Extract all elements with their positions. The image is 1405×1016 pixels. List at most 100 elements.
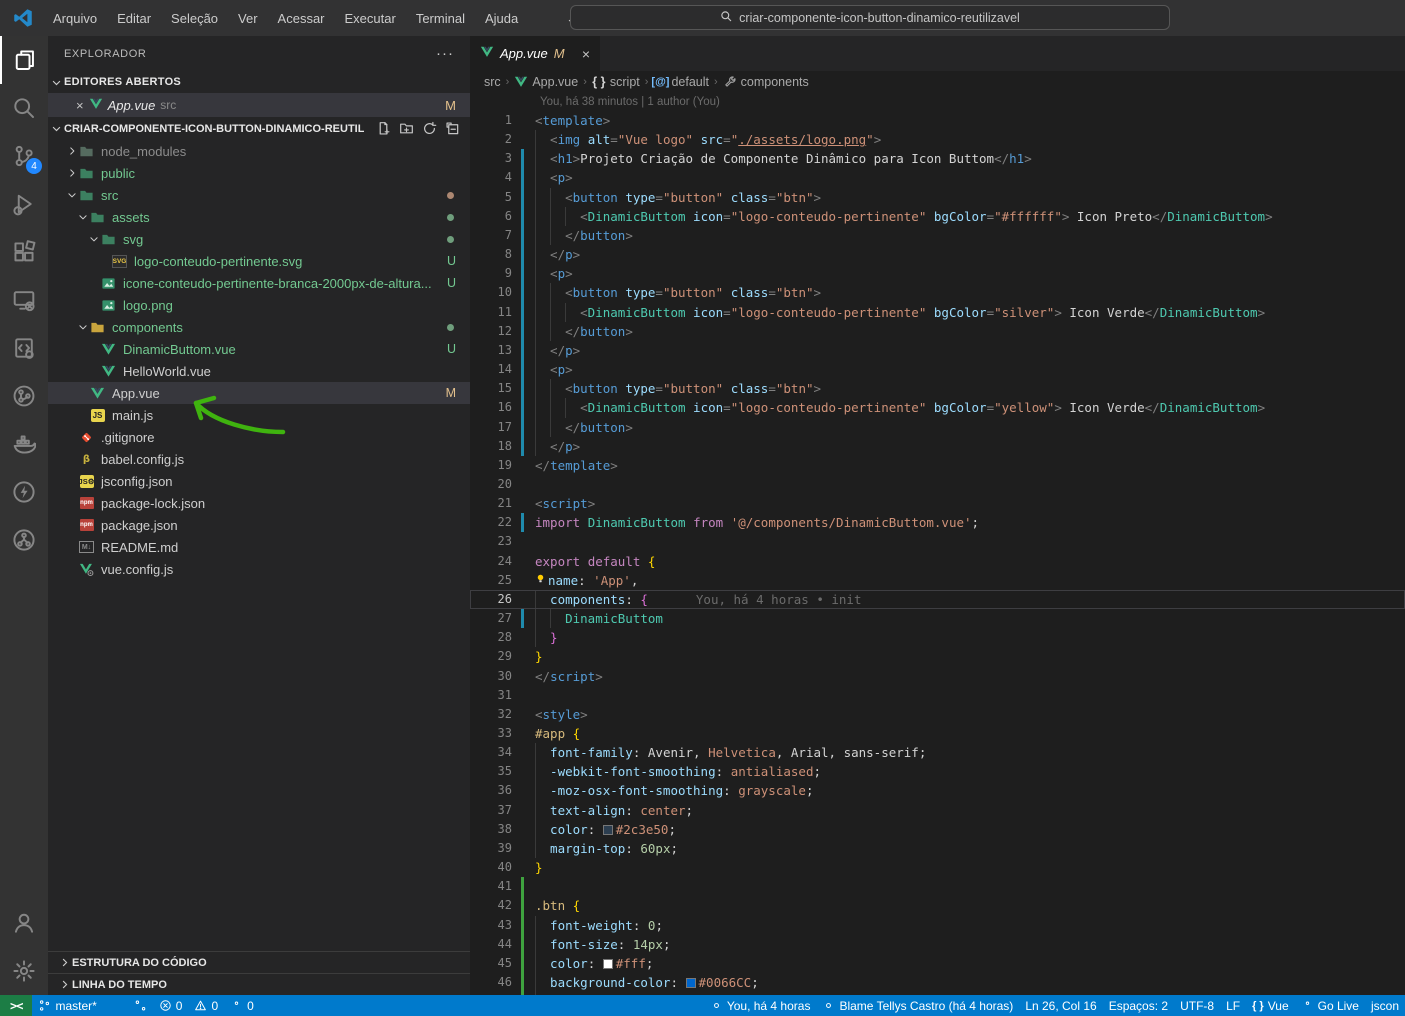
breadcrumb-app-vue[interactable]: App.vue <box>514 75 578 89</box>
code-line-14[interactable]: 14<p> <box>470 360 1405 379</box>
tree-item-package.json[interactable]: npmpackage.json <box>48 514 470 536</box>
tree-item-app.vue[interactable]: App.vueM <box>48 382 470 404</box>
refresh-icon[interactable] <box>422 121 437 136</box>
outline-section[interactable]: ESTRUTURA DO CÓDIGO <box>48 951 470 973</box>
tree-item-node-modules[interactable]: node_modules <box>48 140 470 162</box>
code-line-10[interactable]: 10<button type="button" class="btn"> <box>470 283 1405 302</box>
gitlens-codelens[interactable]: You, há 38 minutos | 1 author (You) <box>470 93 1405 111</box>
menu-arquivo[interactable]: Arquivo <box>44 7 106 30</box>
chevron-down-icon[interactable] <box>77 322 89 332</box>
code-line-39[interactable]: 39margin-top: 60px; <box>470 839 1405 858</box>
code-line-3[interactable]: 3<h1>Projeto Criação de Componente Dinâm… <box>470 149 1405 168</box>
statusbar-master[interactable]: master* <box>32 995 102 1016</box>
code-line-9[interactable]: 9<p> <box>470 264 1405 283</box>
code-line-24[interactable]: 24export default { <box>470 552 1405 571</box>
code-line-26[interactable]: 26components: {You, há 4 horas • init <box>470 590 1405 609</box>
code-line-37[interactable]: 37text-align: center; <box>470 801 1405 820</box>
activitybar-remote-explorer[interactable] <box>0 276 48 324</box>
tree-item-jsconfig.json[interactable]: JS⚙jsconfig.json <box>48 470 470 492</box>
tree-item-public[interactable]: public <box>48 162 470 184</box>
statusbar-you-h-4-horas[interactable]: You, há 4 horas <box>704 995 817 1016</box>
code-line-18[interactable]: 18</p> <box>470 437 1405 456</box>
breadcrumb-src[interactable]: src <box>484 75 501 89</box>
code-line-30[interactable]: 30</script> <box>470 667 1405 686</box>
close-icon[interactable]: × <box>76 98 84 113</box>
menu-executar[interactable]: Executar <box>336 7 405 30</box>
code-line-12[interactable]: 12</button> <box>470 322 1405 341</box>
code-line-28[interactable]: 28} <box>470 628 1405 647</box>
menu-ajuda[interactable]: Ajuda <box>476 7 527 30</box>
more-actions-icon[interactable]: ··· <box>436 45 454 62</box>
code-line-45[interactable]: 45color: #fff; <box>470 954 1405 973</box>
color-swatch[interactable] <box>686 978 696 988</box>
statusbar-vue[interactable]: { }Vue <box>1246 995 1295 1016</box>
statusbar-cloud[interactable] <box>103 995 128 1016</box>
code-line-33[interactable]: 33#app { <box>470 724 1405 743</box>
code-line-2[interactable]: 2<img alt="Vue logo" src="./assets/logo.… <box>470 130 1405 149</box>
statusbar-lf[interactable]: LF <box>1220 995 1246 1016</box>
tree-item-readme.md[interactable]: M↓README.md <box>48 536 470 558</box>
code-line-38[interactable]: 38color: #2c3e50; <box>470 820 1405 839</box>
code-line-42[interactable]: 42.btn { <box>470 896 1405 915</box>
code-line-25[interactable]: 25name: 'App', <box>470 571 1405 590</box>
tree-item-helloworld.vue[interactable]: HelloWorld.vue <box>48 360 470 382</box>
color-swatch[interactable] <box>603 959 613 969</box>
chevron-down-icon[interactable] <box>66 190 78 200</box>
code-line-23[interactable]: 23 <box>470 532 1405 551</box>
lightbulb-icon[interactable] <box>535 571 548 590</box>
tree-item-src[interactable]: src <box>48 184 470 206</box>
tree-item-components[interactable]: components <box>48 316 470 338</box>
code-line-21[interactable]: 21<script> <box>470 494 1405 513</box>
code-line-20[interactable]: 20 <box>470 475 1405 494</box>
code-line-31[interactable]: 31 <box>470 686 1405 705</box>
project-section-header[interactable]: CRIAR-COMPONENTE-ICON-BUTTON-DINAMICO-RE… <box>48 117 470 140</box>
open-editor-item[interactable]: × App.vue src M <box>48 93 470 117</box>
activitybar-search[interactable] <box>0 84 48 132</box>
tree-item-dinamicbuttom.vue[interactable]: DinamicButtom.vueU <box>48 338 470 360</box>
statusbar-jscon[interactable]: jscon <box>1365 995 1405 1016</box>
tree-item-vue.config.js[interactable]: vue.config.js <box>48 558 470 580</box>
code-line-46[interactable]: 46background-color: #0066CC; <box>470 973 1405 992</box>
collapse-all-icon[interactable] <box>445 121 460 136</box>
new-file-icon[interactable] <box>376 121 391 136</box>
code-line-8[interactable]: 8</p> <box>470 245 1405 264</box>
tree-item-assets[interactable]: assets <box>48 206 470 228</box>
code-line-7[interactable]: 7</button> <box>470 226 1405 245</box>
activitybar-gitlens[interactable] <box>0 372 48 420</box>
code-line-41[interactable]: 41 <box>470 877 1405 896</box>
code-line-6[interactable]: 6<DinamicButtom icon="logo-conteudo-pert… <box>470 207 1405 226</box>
tree-item-svg[interactable]: svg <box>48 228 470 250</box>
code-line-15[interactable]: 15<button type="button" class="btn"> <box>470 379 1405 398</box>
code-line-36[interactable]: 36-moz-osx-font-smoothing: grayscale; <box>470 781 1405 800</box>
code-line-11[interactable]: 11<DinamicButtom icon="logo-conteudo-per… <box>470 303 1405 322</box>
activitybar-settings[interactable] <box>0 947 48 995</box>
statusbar-[interactable]: >< <box>0 995 32 1016</box>
code-editor[interactable]: 1<template>2<img alt="Vue logo" src="./a… <box>470 111 1405 1011</box>
tree-item-.gitignore[interactable]: .gitignore <box>48 426 470 448</box>
code-line-19[interactable]: 19</template> <box>470 456 1405 475</box>
activitybar-extensions[interactable] <box>0 228 48 276</box>
tree-item-main.js[interactable]: JSmain.js <box>48 404 470 426</box>
activitybar-thunder-client[interactable] <box>0 468 48 516</box>
breadcrumb-components[interactable]: components <box>723 75 809 89</box>
chevron-right-icon[interactable] <box>66 168 78 178</box>
menu-acessar[interactable]: Acessar <box>269 7 334 30</box>
code-line-13[interactable]: 13</p> <box>470 341 1405 360</box>
timeline-section[interactable]: LINHA DO TEMPO <box>48 973 470 995</box>
code-line-35[interactable]: 35-webkit-font-smoothing: antialiased; <box>470 762 1405 781</box>
menu-seleção[interactable]: Seleção <box>162 7 227 30</box>
statusbar-0[interactable]: 0 <box>224 995 260 1016</box>
code-line-44[interactable]: 44font-size: 14px; <box>470 935 1405 954</box>
activitybar-account[interactable] <box>0 899 48 947</box>
code-line-22[interactable]: 22import DinamicButtom from '@/component… <box>470 513 1405 532</box>
tree-item-babel.config.js[interactable]: βbabel.config.js <box>48 448 470 470</box>
chevron-down-icon[interactable] <box>88 234 100 244</box>
chevron-down-icon[interactable] <box>77 212 89 222</box>
command-center-search[interactable]: criar-componente-icon-button-dinamico-re… <box>570 5 1170 30</box>
statusbar-0[interactable]: 0 <box>153 995 189 1016</box>
statusbar-utf-8[interactable]: UTF-8 <box>1174 995 1220 1016</box>
activitybar-explorer[interactable] <box>0 36 48 84</box>
tree-item-logo.png[interactable]: logo.png <box>48 294 470 316</box>
statusbar-espa-os-2[interactable]: Espaços: 2 <box>1103 995 1174 1016</box>
color-swatch[interactable] <box>603 825 613 835</box>
